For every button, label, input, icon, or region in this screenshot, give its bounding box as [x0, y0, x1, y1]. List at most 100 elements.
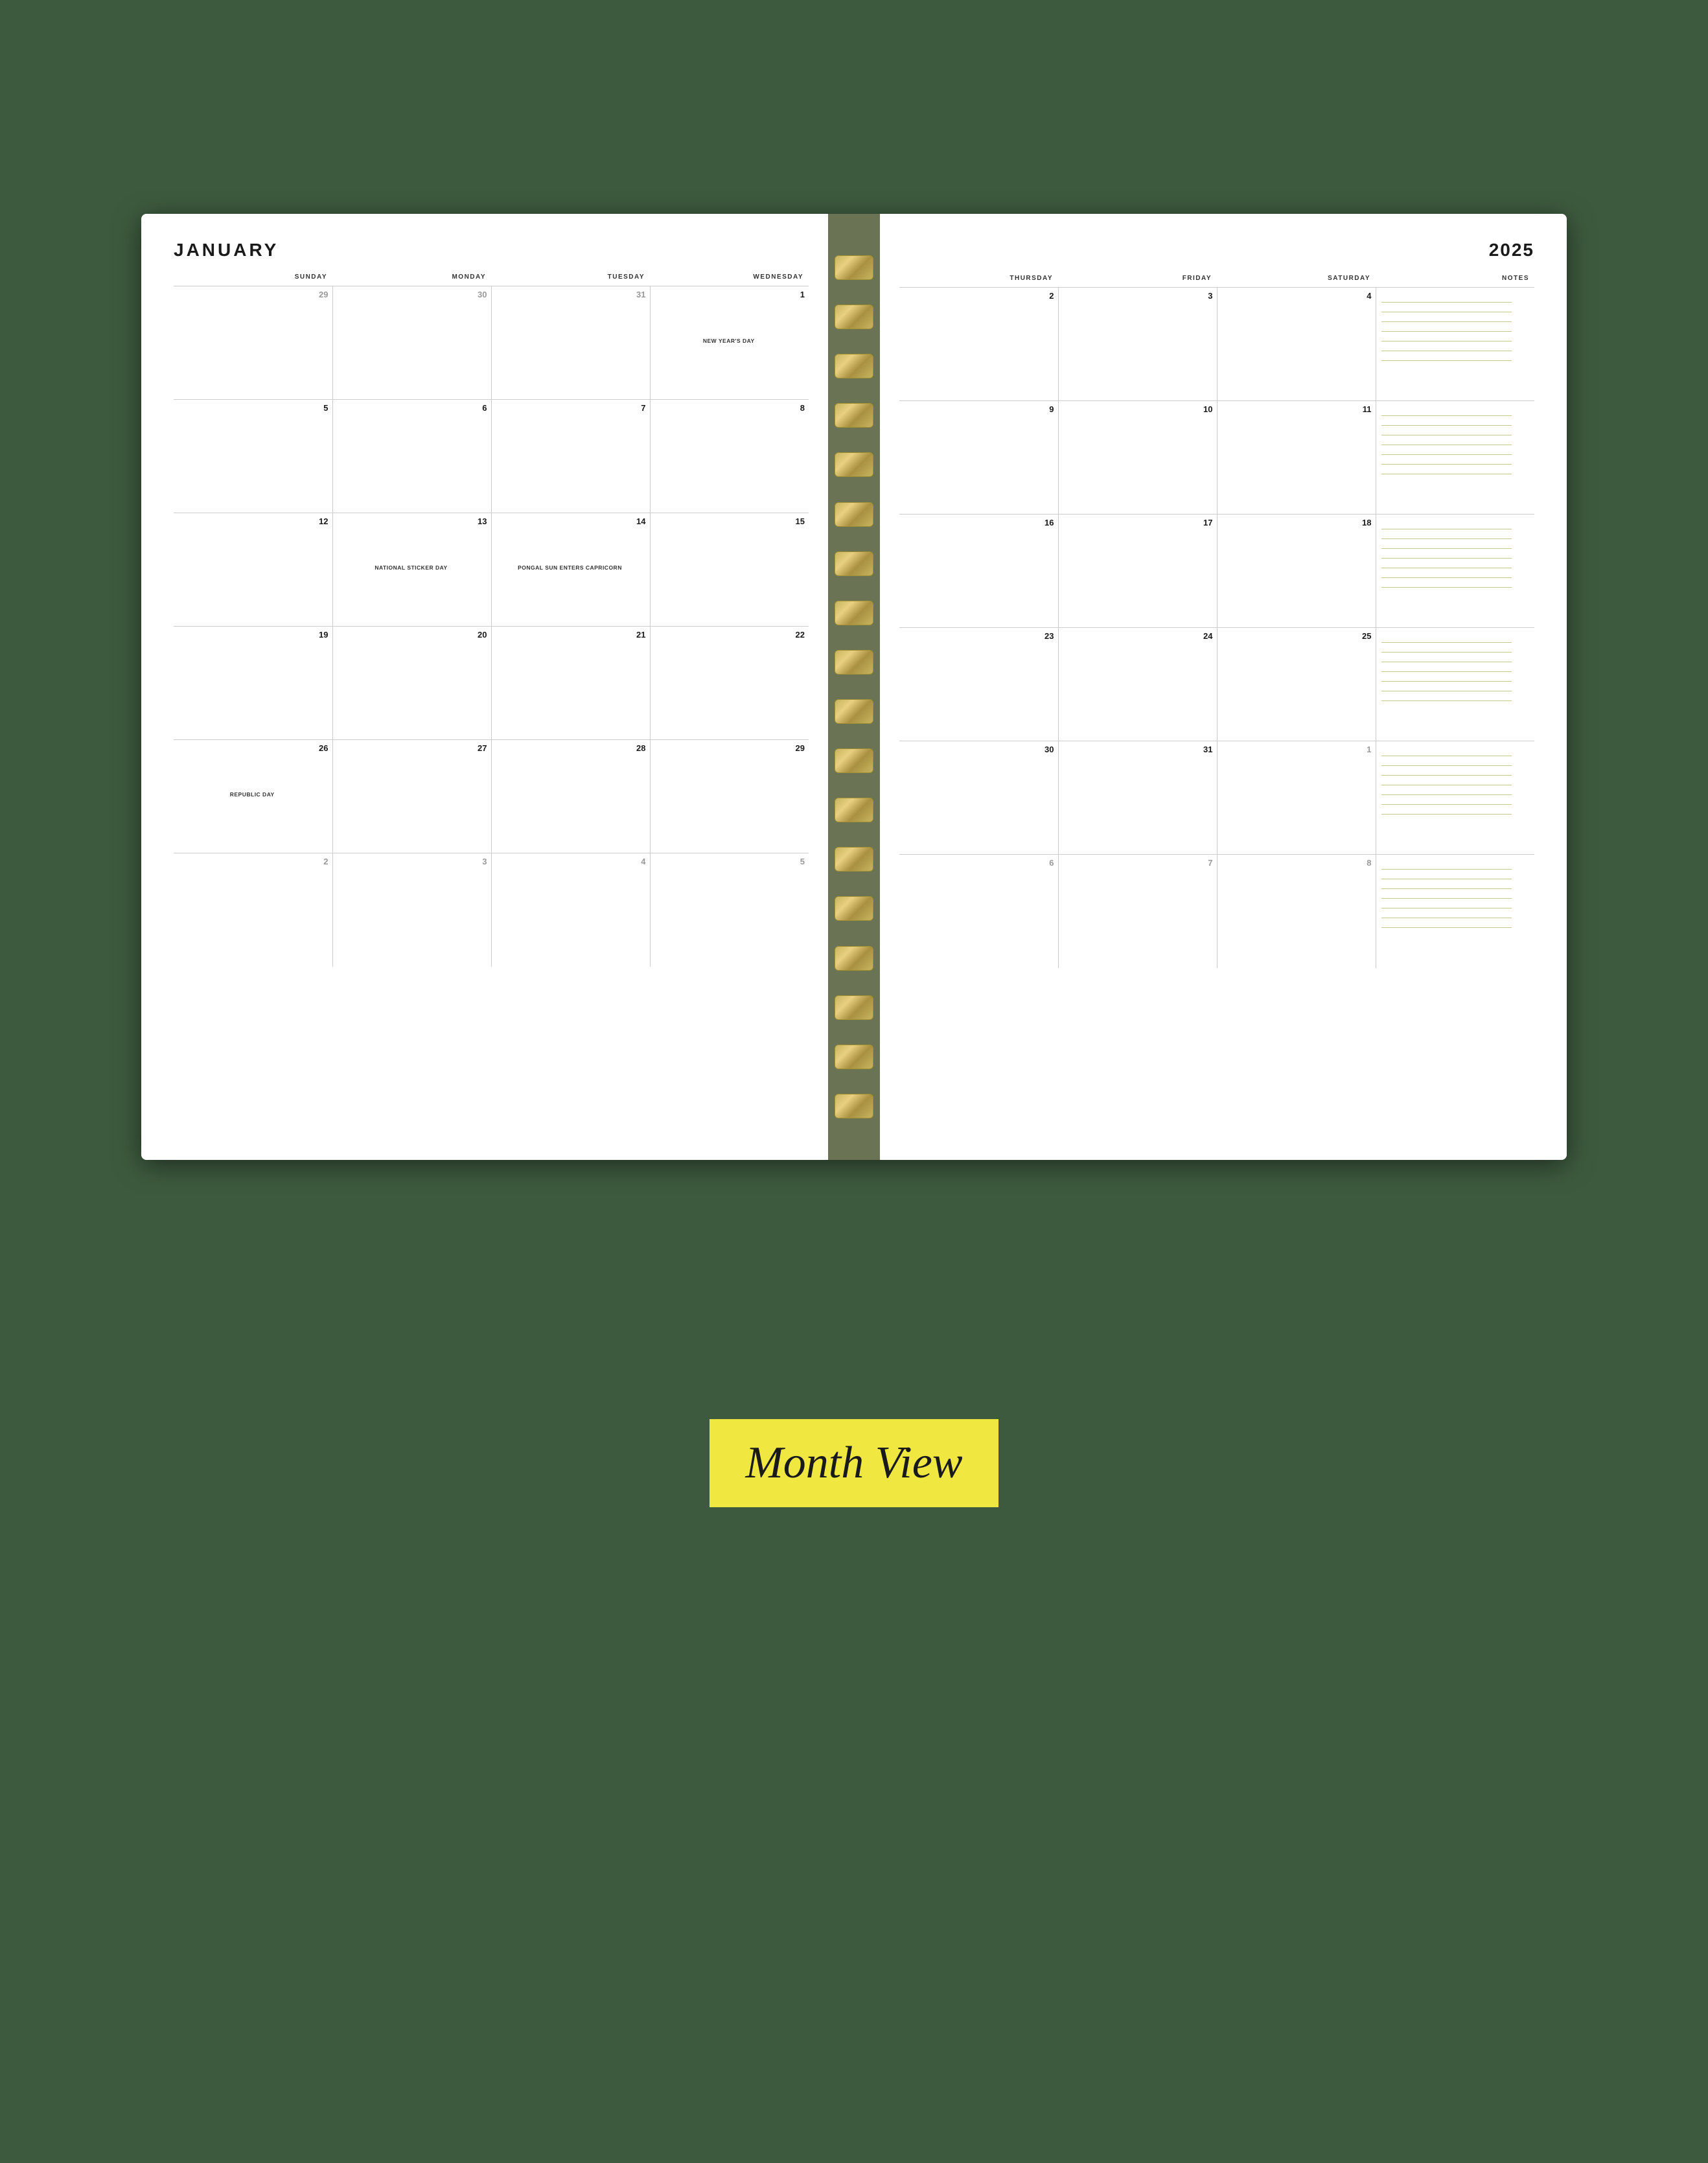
- notes-line: [1381, 869, 1512, 870]
- notes-line: [1381, 558, 1512, 559]
- calendar-row: 232425: [899, 628, 1534, 741]
- day-cell: 5: [174, 400, 332, 513]
- notes-cell: [1376, 741, 1534, 855]
- day-cell: 3: [1058, 288, 1217, 401]
- spine-coil: [835, 305, 873, 329]
- day-number: 7: [1061, 859, 1213, 867]
- right-calendar-wrapper: THURSDAY FRIDAY SATURDAY NOTES 234910111…: [899, 272, 1534, 968]
- notes-line: [1381, 548, 1512, 549]
- calendar-row: 12 13 NATIONAL STICKER DAY 14 PONGAL SUN ENT…: [174, 513, 809, 627]
- day-number: 7: [494, 404, 646, 412]
- spine-coil: [835, 798, 873, 822]
- notes-line: [1381, 652, 1512, 653]
- notes-line: [1381, 775, 1512, 776]
- notes-line: [1381, 765, 1512, 766]
- spine-coil: [835, 601, 873, 625]
- notes-line: [1381, 415, 1512, 416]
- day-number: 6: [902, 859, 1054, 867]
- day-cell: 31: [491, 286, 650, 400]
- day-cell: 30: [899, 741, 1058, 855]
- notes-cell: [1376, 855, 1534, 968]
- notes-line: [1381, 464, 1512, 465]
- day-number: 29: [653, 744, 805, 752]
- day-cell: 17: [1058, 515, 1217, 628]
- notes-cell: [1376, 515, 1534, 628]
- calendar-row: 30 31 1: [899, 741, 1534, 855]
- day-cell: 28: [491, 740, 650, 853]
- day-number: 6: [336, 404, 487, 412]
- day-cell: 27: [332, 740, 491, 853]
- day-number: 15: [653, 517, 805, 526]
- day-number: 13: [336, 517, 487, 526]
- spine-coil: [835, 995, 873, 1020]
- calendar-row: 234: [899, 288, 1534, 401]
- header-friday: FRIDAY: [1058, 272, 1217, 288]
- notes-line: [1381, 321, 1512, 322]
- notes-line: [1381, 642, 1512, 643]
- spine-coil: [835, 1045, 873, 1069]
- day-cell: 1NEW YEAR'S DAY: [650, 286, 809, 400]
- day-cell: 6: [332, 400, 491, 513]
- notes-cell: [1376, 288, 1534, 401]
- notes-line: [1381, 804, 1512, 805]
- day-number: 24: [1061, 632, 1213, 640]
- notes-lines: [1381, 302, 1535, 361]
- spine-coil: [835, 255, 873, 280]
- day-number: 17: [1061, 518, 1213, 527]
- day-cell: 13 NATIONAL STICKER DAY: [332, 513, 491, 627]
- day-number: 27: [336, 744, 487, 752]
- day-cell: 18: [1217, 515, 1376, 628]
- day-number: 30: [902, 745, 1054, 754]
- calendar-row: 1617 18: [899, 515, 1534, 628]
- notes-line: [1381, 302, 1512, 303]
- spine-coil: [835, 699, 873, 724]
- planner-book: JANUARY SUNDAY MONDAY TUESDAY WEDNESDAY …: [141, 214, 1567, 1160]
- day-cell: 16: [899, 515, 1058, 628]
- spine-coil: [835, 896, 873, 921]
- day-cell: 2: [174, 853, 332, 967]
- notes-line: [1381, 587, 1512, 588]
- notes-line: [1381, 454, 1512, 455]
- day-number: 18: [1220, 518, 1372, 527]
- day-cell: 25: [1217, 628, 1376, 741]
- event-label: NATIONAL STICKER DAY: [336, 564, 487, 572]
- day-number: 14: [494, 517, 646, 526]
- notes-lines: [1381, 642, 1535, 701]
- day-number: 2: [902, 292, 1054, 300]
- left-calendar-wrapper: SUNDAY MONDAY TUESDAY WEDNESDAY 2930311N…: [174, 271, 809, 967]
- day-number: 31: [1061, 745, 1213, 754]
- spine-coil: [835, 551, 873, 576]
- notes-line: [1381, 538, 1512, 539]
- spine-coil: [835, 650, 873, 675]
- calendar-row: 26REPUBLIC DAY272829: [174, 740, 809, 853]
- event-label: REPUBLIC DAY: [176, 791, 329, 799]
- month-title: JANUARY: [174, 240, 809, 260]
- day-number: 12: [176, 517, 329, 526]
- notes-line: [1381, 577, 1512, 578]
- day-number: 25: [1220, 632, 1372, 640]
- spine-coil: [835, 502, 873, 527]
- day-cell: 6: [899, 855, 1058, 968]
- day-number: 3: [1061, 292, 1213, 300]
- day-number: 19: [176, 630, 329, 639]
- header-monday: MONDAY: [332, 271, 491, 286]
- notes-cell: [1376, 628, 1534, 741]
- header-wednesday: WEDNESDAY: [650, 271, 809, 286]
- day-number: 22: [653, 630, 805, 639]
- day-cell: 7: [1058, 855, 1217, 968]
- day-cell: 12: [174, 513, 332, 627]
- day-number: 4: [1220, 292, 1372, 300]
- day-number: 11: [1220, 405, 1372, 413]
- notes-line: [1381, 700, 1512, 701]
- day-cell: 2: [899, 288, 1058, 401]
- calendar-row: 19202122: [174, 627, 809, 740]
- event-label: PONGAL SUN ENTERS CAPRICORN: [494, 564, 646, 572]
- day-cell: 7: [491, 400, 650, 513]
- notes-line: [1381, 794, 1512, 795]
- spine-coil: [835, 452, 873, 477]
- day-number: 28: [494, 744, 646, 752]
- day-number: 20: [336, 630, 487, 639]
- day-cell: 1: [1217, 741, 1376, 855]
- header-notes: NOTES: [1376, 272, 1534, 288]
- day-cell: 20: [332, 627, 491, 740]
